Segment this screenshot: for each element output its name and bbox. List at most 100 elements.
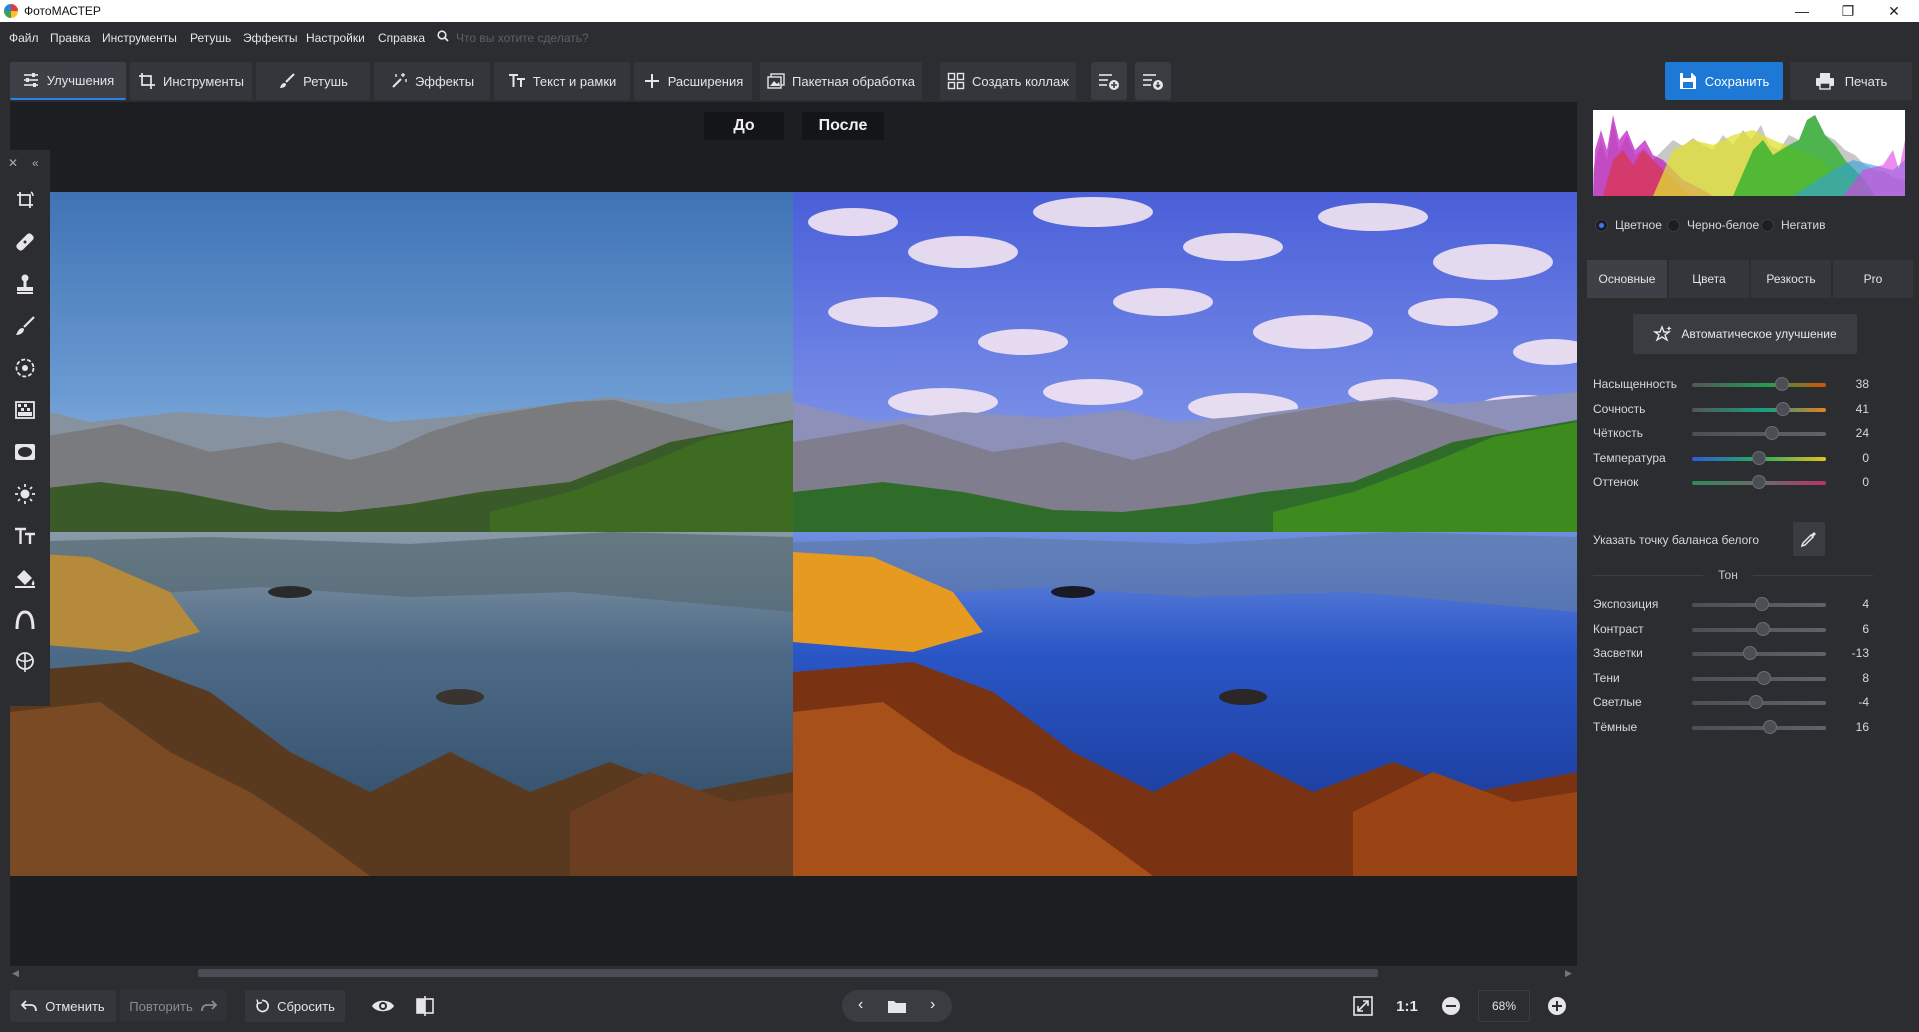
subtab-basic[interactable]: Основные	[1587, 260, 1667, 298]
fit-to-screen-icon[interactable]	[1346, 990, 1380, 1022]
previous-image-icon[interactable]: ‹	[858, 996, 863, 1014]
eyedropper-button[interactable]	[1793, 522, 1825, 556]
slider-track[interactable]	[1692, 408, 1826, 412]
curves-tool-icon[interactable]	[13, 608, 37, 632]
tab-text-frames[interactable]: Текст и рамки	[494, 62, 630, 100]
radial-filter-tool-icon[interactable]	[13, 356, 37, 380]
slider-knob[interactable]	[1752, 475, 1766, 489]
blur-tool-icon[interactable]	[13, 650, 37, 674]
tab-effects[interactable]: Эффекты	[374, 62, 490, 100]
slider-row[interactable]: Тени 8	[1593, 668, 1909, 688]
slider-knob[interactable]	[1749, 695, 1764, 709]
subtab-sharpness[interactable]: Резкость	[1751, 260, 1831, 298]
slider-knob[interactable]	[1754, 597, 1769, 611]
print-button[interactable]: Печать	[1790, 62, 1912, 100]
redo-button[interactable]: Повторить	[120, 990, 226, 1022]
slider-row[interactable]: Насыщенность 38	[1593, 374, 1909, 394]
auto-enhance-button[interactable]: Автоматическое улучшение	[1633, 314, 1857, 354]
slider-row[interactable]: Светлые -4	[1593, 692, 1909, 712]
slider-track[interactable]	[1692, 432, 1826, 436]
slider-knob[interactable]	[1752, 451, 1766, 465]
tone-section-title: Тон	[1703, 568, 1753, 582]
slider-row[interactable]: Засветки -13	[1593, 643, 1909, 663]
subtab-pro[interactable]: Pro	[1833, 260, 1913, 298]
slider-track[interactable]	[1692, 726, 1826, 730]
menu-edit[interactable]: Правка	[50, 31, 91, 45]
radio-dot-icon	[1667, 218, 1680, 232]
zoom-in-icon[interactable]	[1540, 990, 1574, 1022]
subtab-colors[interactable]: Цвета	[1669, 260, 1749, 298]
save-button[interactable]: Сохранить	[1665, 62, 1783, 100]
slider-row[interactable]: Сочность 41	[1593, 399, 1909, 419]
text-tool-icon[interactable]	[13, 524, 37, 548]
menu-settings[interactable]: Настройки	[306, 31, 365, 45]
after-label: После	[802, 112, 884, 140]
radio-color[interactable]: Цветное	[1595, 218, 1662, 232]
menu-retouch[interactable]: Ретушь	[190, 31, 231, 45]
slider-knob[interactable]	[1742, 646, 1757, 660]
slider-row[interactable]: Оттенок 0	[1593, 472, 1909, 492]
reset-button[interactable]: Сбросить	[245, 990, 345, 1022]
slider-knob[interactable]	[1774, 377, 1789, 391]
zoom-level[interactable]: 68%	[1478, 990, 1530, 1022]
scroll-left-icon[interactable]: ◀	[12, 968, 19, 979]
slider-knob[interactable]	[1765, 426, 1780, 440]
healing-patch-tool-icon[interactable]	[13, 230, 37, 254]
slider-row[interactable]: Температура 0	[1593, 448, 1909, 468]
slider-label: Чёткость	[1593, 426, 1643, 440]
slider-row[interactable]: Тёмные 16	[1593, 717, 1909, 737]
scroll-right-icon[interactable]: ▶	[1565, 968, 1572, 979]
close-button[interactable]: ✕	[1874, 1, 1914, 21]
maximize-button[interactable]: ❐	[1828, 1, 1868, 21]
tab-extensions[interactable]: Расширения	[634, 62, 752, 100]
clone-stamp-tool-icon[interactable]	[13, 272, 37, 296]
slider-value: 6	[1862, 622, 1869, 636]
rotate-crop-tool-icon[interactable]	[13, 188, 37, 212]
undo-button[interactable]: Отменить	[10, 990, 116, 1022]
slider-row[interactable]: Чёткость 24	[1593, 423, 1909, 443]
radio-negative[interactable]: Негатив	[1761, 218, 1825, 232]
radio-black-white[interactable]: Черно-белое	[1667, 218, 1759, 232]
menu-help[interactable]: Справка	[378, 31, 425, 45]
slider-knob[interactable]	[1757, 671, 1772, 685]
presets-settings-button[interactable]	[1135, 62, 1171, 100]
slider-track[interactable]	[1692, 383, 1826, 387]
minimize-button[interactable]: —	[1782, 1, 1822, 21]
menu-tools[interactable]: Инструменты	[102, 31, 177, 45]
photo-canvas[interactable]: До После	[10, 102, 1577, 966]
slider-knob[interactable]	[1756, 622, 1771, 636]
tab-enhancements[interactable]: Улучшения	[10, 62, 126, 100]
eye-preview-icon[interactable]	[366, 990, 400, 1022]
search-input[interactable]	[456, 27, 716, 49]
gradient-filter-tool-icon[interactable]	[13, 398, 37, 422]
tab-retouch[interactable]: Ретушь	[256, 62, 370, 100]
slider-knob[interactable]	[1762, 720, 1777, 734]
zoom-1-to-1-button[interactable]: 1:1	[1390, 990, 1424, 1022]
fill-bucket-tool-icon[interactable]	[13, 566, 37, 590]
next-image-icon[interactable]: ›	[930, 996, 935, 1014]
slider-knob[interactable]	[1776, 402, 1791, 416]
create-collage-button[interactable]: Создать коллаж	[940, 62, 1076, 100]
slider-row[interactable]: Экспозиция 4	[1593, 594, 1909, 614]
close-panel-icon[interactable]: ✕	[8, 156, 18, 170]
light-effects-tool-icon[interactable]	[13, 482, 37, 506]
menu-effects[interactable]: Эффекты	[243, 31, 298, 45]
batch-processing-button[interactable]: Пакетная обработка	[760, 62, 922, 100]
text-icon	[508, 74, 525, 87]
scrollbar-thumb[interactable]	[198, 969, 1378, 977]
collapse-panel-icon[interactable]: «	[32, 156, 39, 170]
slider-label: Температура	[1593, 451, 1666, 465]
zoom-out-icon[interactable]	[1434, 990, 1468, 1022]
slider-track[interactable]	[1692, 652, 1826, 656]
folder-icon[interactable]	[888, 999, 906, 1013]
horizontal-scrollbar[interactable]: ◀ ▶	[10, 966, 1577, 980]
brush-tool-icon[interactable]	[13, 314, 37, 338]
add-preset-button[interactable]	[1091, 62, 1127, 100]
vignette-tool-icon[interactable]	[13, 440, 37, 464]
tab-tools[interactable]: Инструменты	[130, 62, 252, 100]
slider-row[interactable]: Контраст 6	[1593, 619, 1909, 639]
before-after-compare-icon[interactable]	[408, 990, 442, 1022]
radio-black-white-label: Черно-белое	[1687, 218, 1760, 232]
menu-file[interactable]: Файл	[9, 31, 39, 45]
tab-text-frames-label: Текст и рамки	[532, 73, 617, 89]
